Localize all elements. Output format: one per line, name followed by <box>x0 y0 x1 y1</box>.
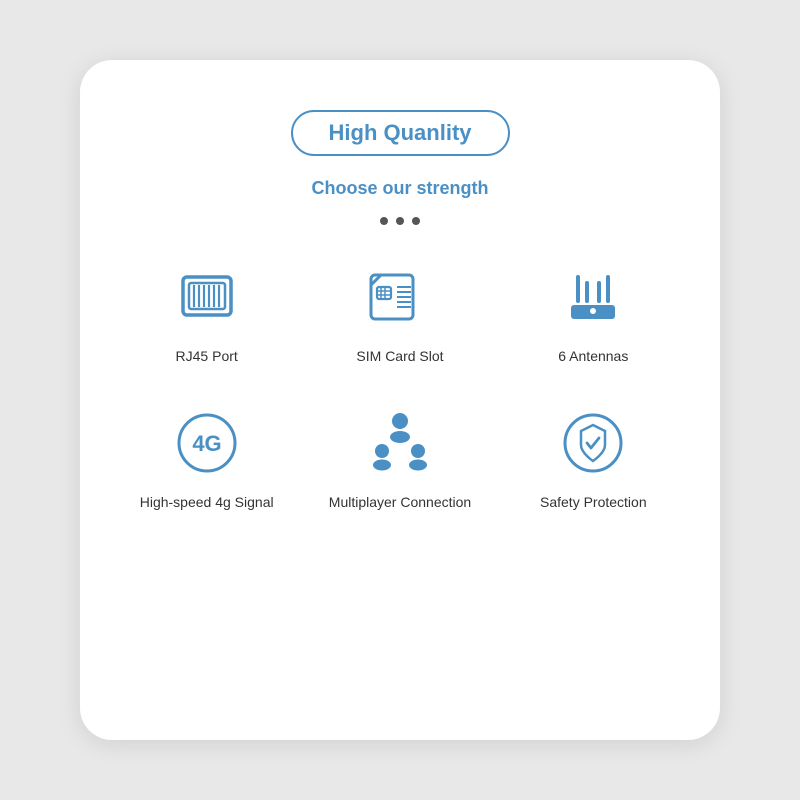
antennas-label: 6 Antennas <box>558 347 628 367</box>
badge: High Quanlity <box>291 110 510 156</box>
antenna-icon <box>557 261 629 333</box>
multiplayer-label: Multiplayer Connection <box>329 493 471 513</box>
feature-safety: Safety Protection <box>507 407 680 513</box>
feature-sim: SIM Card Slot <box>313 261 486 367</box>
features-grid: RJ45 Port <box>120 261 680 512</box>
safety-label: Safety Protection <box>540 493 647 513</box>
rj45-label: RJ45 Port <box>176 347 238 367</box>
safety-icon <box>557 407 629 479</box>
dot-1 <box>380 217 388 225</box>
dots-indicator <box>380 217 420 225</box>
main-card: High Quanlity Choose our strength <box>80 60 720 740</box>
feature-multiplayer: Multiplayer Connection <box>313 407 486 513</box>
sim-label: SIM Card Slot <box>356 347 443 367</box>
dot-3 <box>412 217 420 225</box>
feature-antennas: 6 Antennas <box>507 261 680 367</box>
svg-text:4G: 4G <box>192 431 221 456</box>
multiplayer-icon <box>364 407 436 479</box>
feature-rj45: RJ45 Port <box>120 261 293 367</box>
4g-icon: 4G <box>171 407 243 479</box>
sim-icon <box>364 261 436 333</box>
dot-2 <box>396 217 404 225</box>
feature-4g: 4G High-speed 4g Signal <box>120 407 293 513</box>
4g-label: High-speed 4g Signal <box>140 493 274 513</box>
subtitle: Choose our strength <box>311 178 488 199</box>
rj45-icon <box>171 261 243 333</box>
